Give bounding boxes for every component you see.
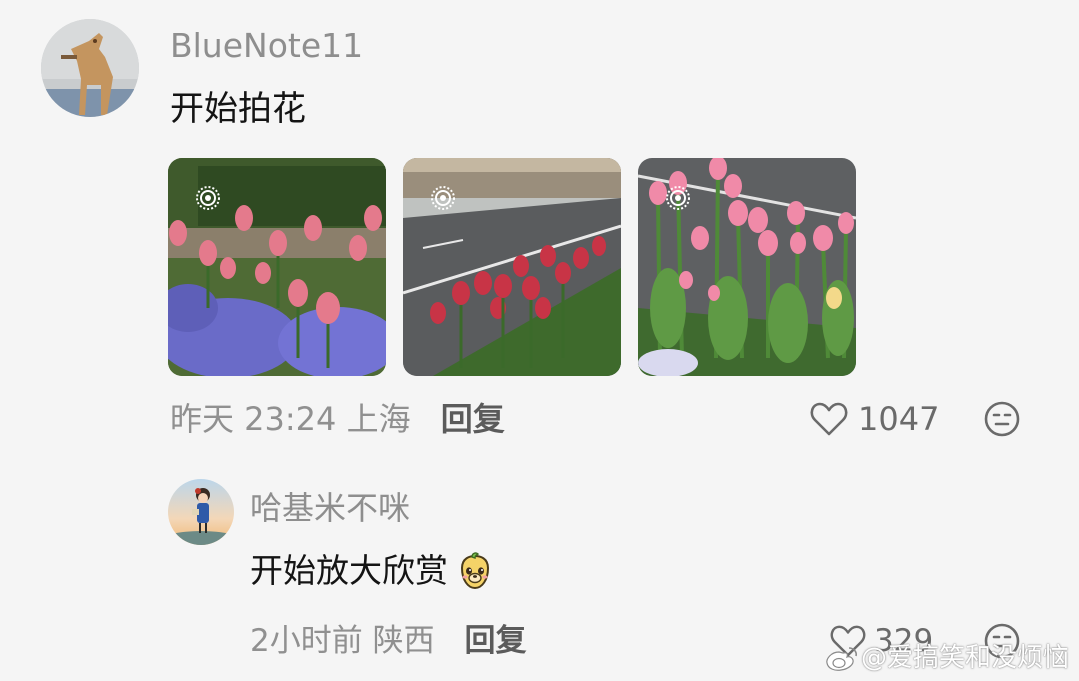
reply-text-row: 开始放大欣赏 <box>250 550 496 592</box>
avatar[interactable] <box>168 479 234 545</box>
watermark-text: @爱搞笑和没烦恼 <box>860 643 1069 673</box>
like-button[interactable]: 1047 <box>810 398 939 440</box>
live-photo-icon <box>431 186 455 210</box>
username[interactable]: 哈基米不咪 <box>250 488 410 528</box>
comment-time: 昨天 23:24 <box>170 400 337 438</box>
reply-meta: 2小时前 陕西 回复 <box>250 620 526 662</box>
comment-meta: 昨天 23:24 上海 回复 <box>170 398 505 440</box>
comment-location: 上海 <box>346 400 411 438</box>
reply-text: 开始放大欣赏 <box>250 551 448 590</box>
cute-face-sticker-icon <box>460 552 490 590</box>
live-photo-icon <box>196 186 220 210</box>
watermark: @爱搞笑和没烦恼 <box>825 640 1069 676</box>
weibo-logo-icon <box>826 647 857 671</box>
reply-location: 陕西 <box>372 623 435 659</box>
comment-photo[interactable] <box>403 158 621 376</box>
comment-photo[interactable] <box>168 158 386 376</box>
comment-text: 开始拍花 <box>170 89 306 129</box>
reply-button[interactable]: 回复 <box>464 623 526 659</box>
face-icon <box>984 401 1020 437</box>
reply-button[interactable]: 回复 <box>441 400 505 438</box>
like-count: 1047 <box>858 400 940 438</box>
comment-photo[interactable] <box>638 158 856 376</box>
emoji-reaction-button[interactable] <box>983 400 1021 438</box>
avatar[interactable] <box>41 19 139 117</box>
heart-icon <box>810 402 848 436</box>
live-photo-icon <box>666 186 690 210</box>
username[interactable]: BlueNote11 <box>170 26 363 66</box>
reply-time: 2小时前 <box>250 623 363 659</box>
